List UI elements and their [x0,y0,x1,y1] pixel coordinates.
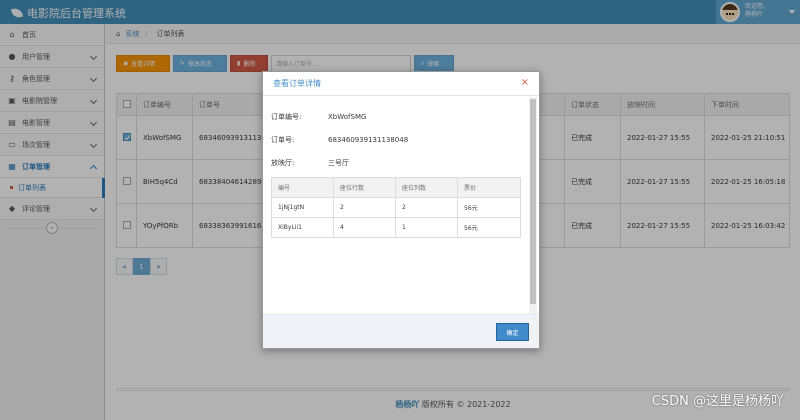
confirm-button[interactable]: 确定 [496,323,529,341]
modal-title: 查看订单详情 [273,79,321,88]
field-hall: 放映厅: 三号厅 [271,158,349,167]
modal-body: 订单编号: XbWofSMG 订单号: 683460939131138048 放… [263,97,530,315]
close-icon[interactable]: × [521,77,529,88]
table-row: 1jNj1gtN 2 2 56元 [271,197,521,218]
table-row: XiByLii1 4 1 56元 [271,217,521,238]
scrollbar-thumb[interactable] [530,99,536,304]
field-order-number: 订单号: 683460939131138048 [271,135,409,144]
order-detail-modal: 查看订单详情 × 订单编号: XbWofSMG 订单号: 68346093913… [262,71,540,349]
modal-header: 查看订单详情 × [263,72,539,96]
table-header-row: 编号 座位行数 座位列数 票价 [271,177,521,198]
field-order-code: 订单编号: XbWofSMG [271,112,367,121]
modal-footer: 确定 [263,314,539,348]
seat-table: 编号 座位行数 座位列数 票价 1jNj1gtN 2 2 56元 XiByLii… [271,177,521,238]
watermark: CSDN @这里是杨杨吖 [651,394,784,409]
modal-scrollbar[interactable] [529,97,537,315]
